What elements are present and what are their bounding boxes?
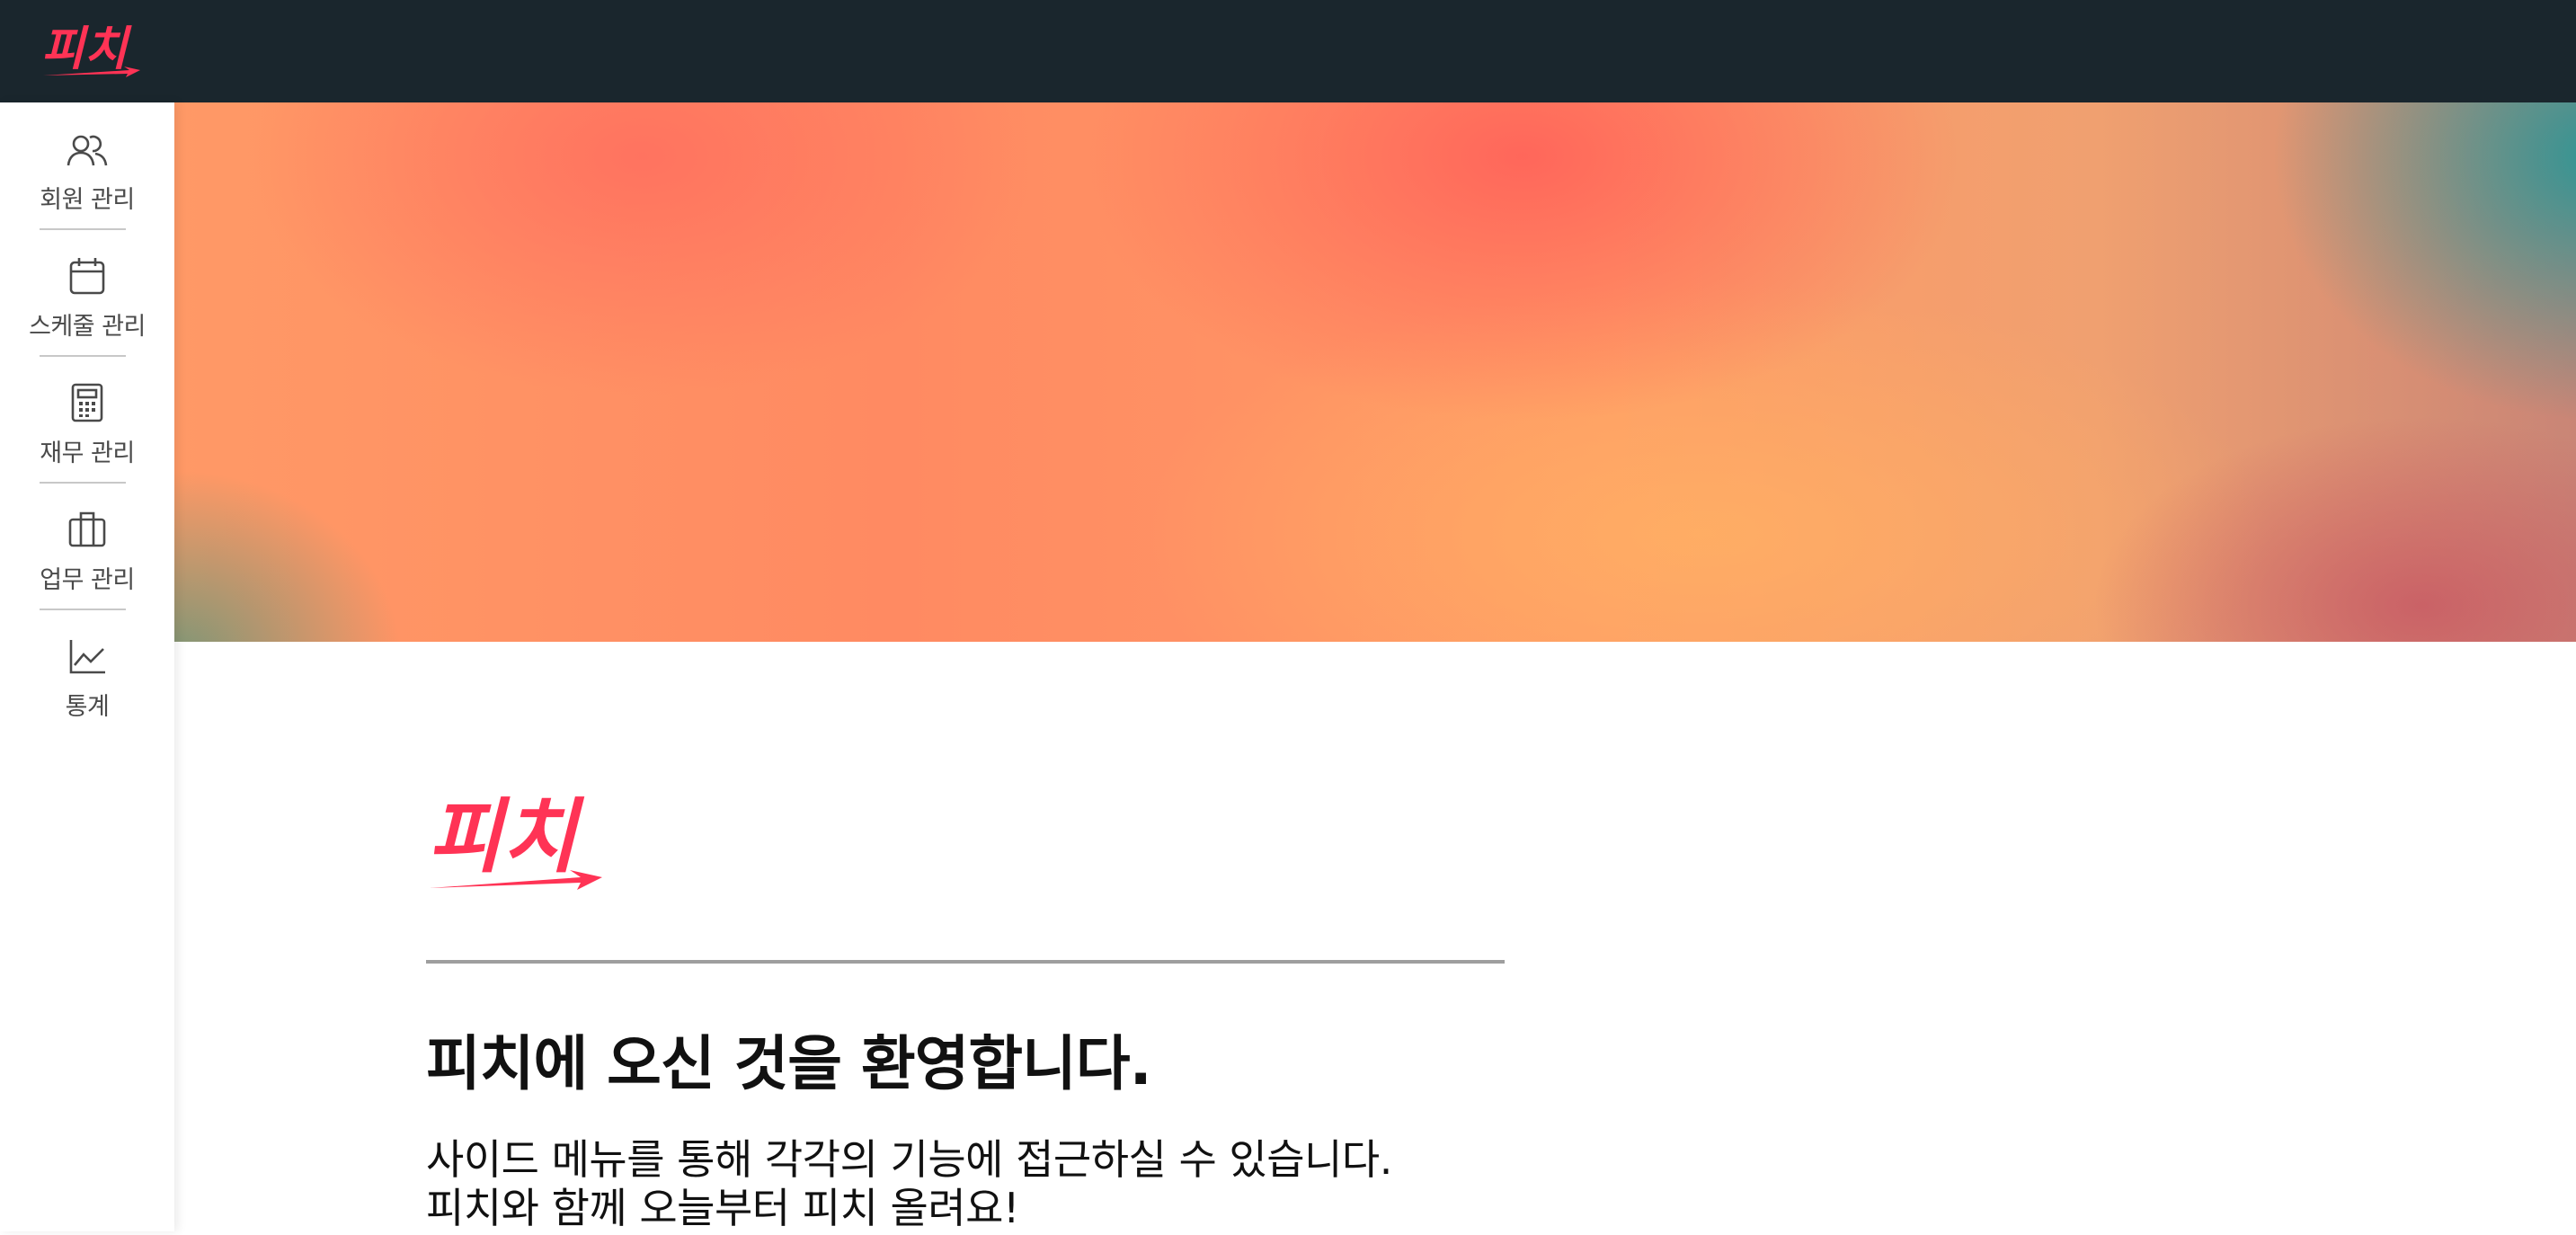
peachy-logo[interactable]: 피치: [40, 16, 147, 81]
chart-line-icon: [69, 640, 105, 674]
sidebar-item-label: 통계: [65, 693, 110, 721]
content-divider: [426, 960, 1505, 964]
sidebar: 회원 관리 스케줄 관리 재무 관리 업무 관리 통계: [0, 102, 174, 1231]
welcome-title: 피치에 오신 것을 환영합니다.: [426, 1029, 1152, 1098]
sidebar-item-label: 회원 관리: [40, 186, 135, 214]
svg-text:피치: 피치: [41, 22, 132, 76]
sidebar-item-label: 업무 관리: [40, 566, 135, 594]
sidebar-item-tasks[interactable]: 업무 관리: [0, 483, 174, 609]
sidebar-item-schedule[interactable]: 스케줄 관리: [0, 229, 174, 355]
sidebar-item-label: 재무 관리: [40, 440, 135, 467]
welcome-message-line: 피치와 함께 오늘부터 피치 올려요!: [426, 1184, 1019, 1232]
calculator-icon: [71, 383, 103, 422]
sidebar-item-label: 스케줄 관리: [29, 313, 146, 341]
sidebar-item-statistics[interactable]: 통계: [0, 609, 174, 735]
svg-text:피치: 피치: [428, 790, 585, 884]
peachy-logo: 피치: [428, 790, 602, 890]
hero-banner: [174, 102, 2576, 642]
briefcase-icon: [68, 511, 106, 547]
sidebar-item-members[interactable]: 회원 관리: [0, 102, 174, 228]
top-bar: 피치: [0, 0, 2576, 102]
sidebar-item-finance[interactable]: 재무 관리: [0, 356, 174, 482]
users-icon: [67, 135, 108, 166]
calendar-icon: [69, 258, 105, 295]
